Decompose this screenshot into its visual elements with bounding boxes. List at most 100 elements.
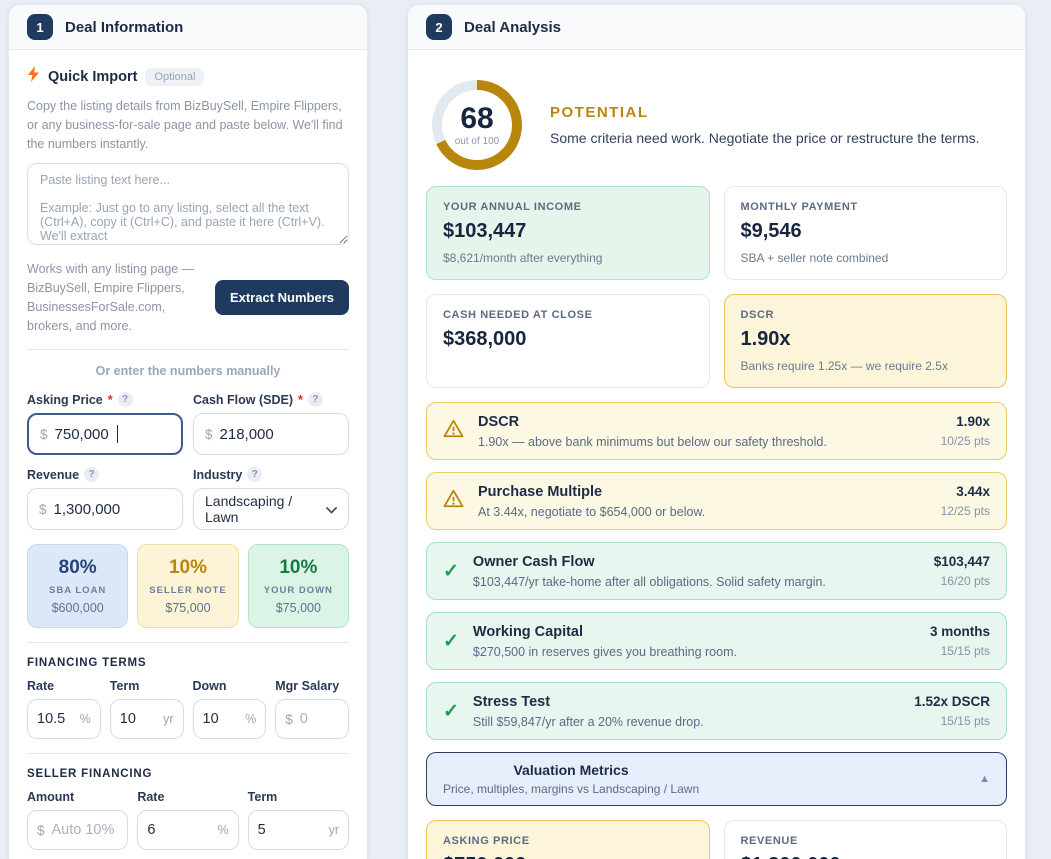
check-icon: ✓	[443, 560, 459, 582]
revenue-summary-card: REVENUE $1,300,000	[723, 820, 1007, 859]
criterion-points: 15/15 pts	[940, 714, 990, 728]
industry-label: Industry	[193, 467, 243, 482]
cash-at-close-card: CASH NEEDED AT CLOSE $368,000	[426, 294, 710, 388]
deal-information-panel: 1 Deal Information Quick Import Optional…	[8, 4, 368, 859]
deal-analysis-body: 68 out of 100 POTENTIAL Some criteria ne…	[408, 50, 1025, 859]
criterion-value: 1.52x DSCR	[914, 694, 990, 709]
industry-value: Landscaping / Lawn	[205, 493, 293, 526]
asking-price-input[interactable]: $ 750,000	[27, 413, 183, 456]
asking-price-summary-label: ASKING PRICE	[443, 835, 530, 847]
monthly-payment-label: MONTHLY PAYMENT	[740, 201, 858, 213]
rate-input[interactable]: 10.5 %	[27, 699, 101, 740]
down-label: Down	[192, 679, 227, 694]
industry-select[interactable]: Landscaping / Lawn	[193, 488, 349, 531]
help-icon[interactable]: ?	[117, 392, 133, 408]
revenue-label: Revenue	[27, 467, 80, 482]
revenue-input[interactable]: $ 1,300,000	[27, 488, 183, 531]
down-field-group: Down 10 %	[192, 679, 267, 740]
criterion-detail: At 3.44x, negotiate to $654,000 or below…	[478, 504, 706, 519]
seller-note-amount: $75,000	[165, 601, 211, 616]
sf-term-field-group: Term 5 yr	[247, 790, 349, 851]
monthly-payment-card: MONTHLY PAYMENT $9,546 SBA + seller note…	[723, 186, 1007, 280]
mgr-salary-input[interactable]: $ 0	[275, 699, 349, 740]
dscr-card-sub: Banks require 1.25x — we require 2.5x	[740, 359, 948, 373]
criterion-dscr: DSCR 1.90x — above bank minimums but bel…	[426, 402, 1007, 460]
cash-at-close-value: $368,000	[443, 328, 527, 350]
sf-term-value: 5	[257, 822, 266, 839]
divider	[27, 642, 349, 644]
cash-flow-input[interactable]: $ 218,000	[193, 413, 349, 456]
deal-analysis-panel: 2 Deal Analysis 68 out of 100 POTENTIAL …	[407, 4, 1026, 859]
chevron-down-icon	[326, 501, 337, 517]
criterion-value: 3 months	[929, 624, 990, 639]
sba-loan-label: SBA LOAN	[49, 585, 107, 597]
criterion-purchase-multiple: Purchase Multiple At 3.44x, negotiate to…	[426, 472, 1007, 530]
term-label: Term	[109, 679, 140, 694]
annual-income-card: YOUR ANNUAL INCOME $103,447 $8,621/month…	[426, 186, 710, 280]
monthly-payment-sub: SBA + seller note combined	[740, 251, 889, 265]
term-field-group: Term 10 yr	[109, 679, 184, 740]
divider	[27, 349, 349, 351]
paste-listing-textarea[interactable]	[27, 163, 349, 246]
help-icon[interactable]: ?	[307, 392, 323, 408]
asking-price-summary-card: ASKING PRICE $750,000	[426, 820, 710, 859]
sf-term-label: Term	[247, 790, 278, 805]
dollar-prefix: $	[39, 501, 47, 517]
revenue-summary-label: REVENUE	[740, 835, 798, 847]
term-input[interactable]: 10 yr	[109, 699, 184, 740]
valuation-metrics-title: Valuation Metrics	[513, 762, 629, 778]
industry-field-group: Industry ? Landscaping / Lawn	[193, 467, 349, 531]
required-asterisk: *	[298, 392, 303, 407]
your-down-stat: 10% YOUR DOWN $75,000	[247, 544, 349, 629]
mgr-salary-label: Mgr Salary	[275, 679, 340, 694]
seller-note-percent: 10%	[168, 557, 207, 579]
criterion-points: 16/20 pts	[940, 574, 990, 588]
criterion-detail: 1.90x — above bank minimums but below ou…	[478, 434, 827, 449]
dollar-prefix: $	[40, 426, 48, 442]
dscr-card-value: 1.90x	[740, 328, 791, 350]
help-icon[interactable]: ?	[84, 467, 100, 483]
quick-import-title: Quick Import	[48, 68, 138, 85]
criterion-detail: $270,500 in reserves gives you breathing…	[472, 644, 737, 659]
down-unit: %	[245, 712, 257, 727]
sf-term-input[interactable]: 5 yr	[247, 810, 349, 851]
optional-badge: Optional	[145, 67, 205, 86]
sf-amount-input[interactable]: $ Auto 10%	[27, 810, 129, 851]
criterion-value: $103,447	[933, 554, 990, 569]
seller-financing-heading: SELLER FINANCING	[27, 768, 153, 781]
deal-information-body: Quick Import Optional Copy the listing d…	[9, 50, 367, 859]
extract-numbers-button[interactable]: Extract Numbers	[214, 280, 349, 316]
revenue-field-group: Revenue ? $ 1,300,000	[27, 467, 183, 531]
sf-amount-label: Amount	[27, 790, 75, 805]
dscr-card: DSCR 1.90x Banks require 1.25x — we requ…	[723, 294, 1007, 388]
asking-price-value: 750,000	[54, 425, 109, 443]
criterion-value: 3.44x	[956, 484, 990, 499]
sf-rate-input[interactable]: 6 %	[137, 810, 239, 851]
deal-analysis-title: Deal Analysis	[464, 18, 561, 36]
criterion-points: 12/25 pts	[940, 504, 990, 518]
criterion-owner-cash-flow: ✓ Owner Cash Flow $103,447/yr take-home …	[426, 542, 1007, 600]
revenue-value: 1,300,000	[53, 500, 121, 518]
financing-terms-heading: FINANCING TERMS	[27, 657, 147, 670]
rate-field-group: Rate 10.5 %	[27, 679, 101, 740]
your-down-amount: $75,000	[275, 601, 321, 616]
cash-flow-value: 218,000	[219, 425, 274, 443]
deal-analyzer-page: 1 Deal Information Quick Import Optional…	[0, 0, 1051, 859]
divider	[27, 753, 349, 755]
down-input[interactable]: 10 %	[192, 699, 267, 740]
asking-price-field-group: Asking Price * ? $ 750,000	[27, 392, 183, 456]
sf-rate-field-group: Rate 6 %	[137, 790, 239, 851]
cash-at-close-label: CASH NEEDED AT CLOSE	[443, 309, 593, 321]
annual-income-sub: $8,621/month after everything	[443, 251, 603, 265]
lightning-bolt-icon	[27, 66, 40, 87]
manual-entry-label: Or enter the numbers manually	[95, 364, 281, 379]
help-icon[interactable]: ?	[247, 467, 263, 483]
text-cursor	[116, 425, 119, 444]
criterion-detail: Still $59,847/yr after a 20% revenue dro…	[472, 714, 704, 729]
sf-term-unit: yr	[328, 823, 339, 838]
term-unit: yr	[163, 712, 174, 727]
valuation-metrics-toggle[interactable]: Valuation Metrics Price, multiples, marg…	[426, 752, 1007, 806]
collapse-arrow-icon[interactable]: ▲	[979, 773, 990, 785]
seller-note-stat: 10% SELLER NOTE $75,000	[137, 544, 239, 629]
score-value: 68	[460, 101, 494, 135]
